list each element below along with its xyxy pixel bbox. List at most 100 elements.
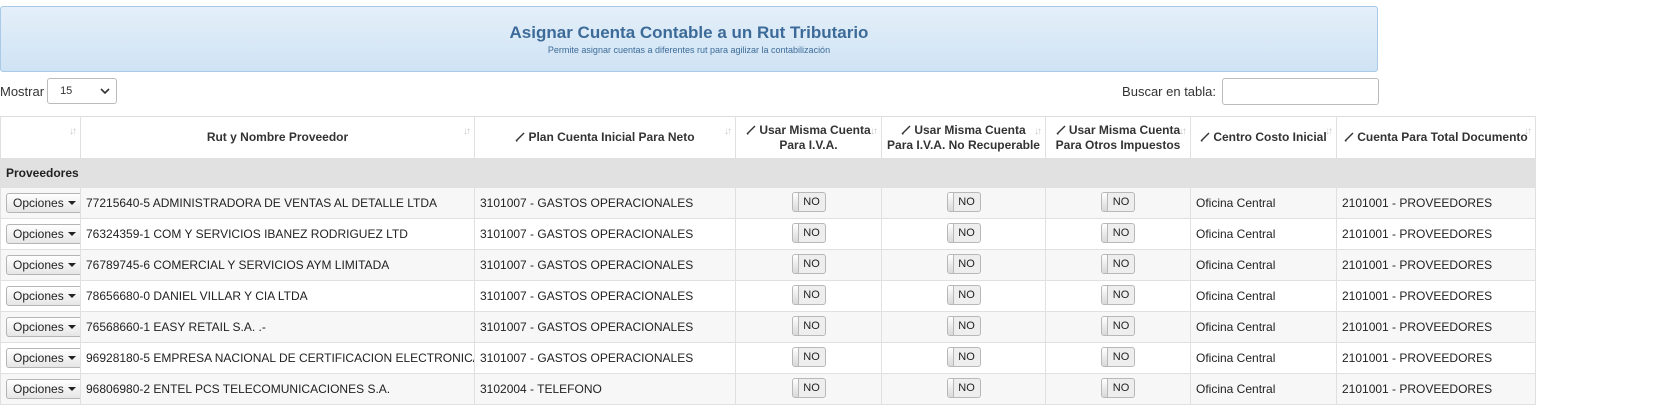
net-account-cell[interactable]: 3101007 - GASTOS OPERACIONALES xyxy=(474,342,736,374)
options-button-label: Opciones xyxy=(13,227,64,241)
net-account-cell[interactable]: 3101007 - GASTOS OPERACIONALES xyxy=(474,187,736,219)
same-account-iva-toggle[interactable]: NO xyxy=(791,254,826,274)
cost-center-cell[interactable]: Oficina Central xyxy=(1190,249,1337,281)
same-account-iva-non-recoverable-toggle[interactable]: NO xyxy=(946,316,981,336)
same-account-other-taxes-toggle[interactable]: NO xyxy=(1101,378,1135,398)
same-account-iva-non-recoverable-toggle[interactable]: NO xyxy=(946,254,981,274)
options-button[interactable]: Opciones xyxy=(6,255,80,275)
column-header-0[interactable]: ↓↑ xyxy=(0,116,81,159)
supplier-cell[interactable]: 96806980-2 ENTEL PCS TELECOMUNICACIONES … xyxy=(80,373,475,405)
net-account-cell[interactable]: 3101007 - GASTOS OPERACIONALES xyxy=(474,280,736,312)
cost-center-cell[interactable]: Oficina Central xyxy=(1190,342,1337,374)
column-header-label: Centro Costo Inicial xyxy=(1213,130,1327,144)
same-account-other-taxes-cell: NO xyxy=(1045,373,1191,405)
same-account-other-taxes-toggle[interactable]: NO xyxy=(1101,347,1135,367)
same-account-iva-cell: NO xyxy=(735,342,882,374)
toggle-label: NO xyxy=(1112,196,1130,208)
options-button[interactable]: Opciones xyxy=(6,224,80,244)
same-account-iva-non-recoverable-toggle[interactable]: NO xyxy=(946,285,981,305)
total-account-cell[interactable]: 2101001 - PROVEEDORES xyxy=(1336,218,1536,250)
page-length-select[interactable]: 15 xyxy=(47,78,118,104)
same-account-iva-toggle[interactable]: NO xyxy=(791,285,826,305)
toggle-label: NO xyxy=(958,351,975,363)
table-row: Opciones 77215640-5 ADMINISTRADORA DE VEN… xyxy=(0,187,1536,219)
options-cell: Opciones xyxy=(0,249,81,281)
total-account-cell[interactable]: 2101001 - PROVEEDORES xyxy=(1336,280,1536,312)
same-account-iva-non-recoverable-cell: NO xyxy=(881,187,1046,219)
toggle-label: NO xyxy=(958,258,975,270)
same-account-iva-toggle[interactable]: NO xyxy=(791,347,826,367)
net-account-cell[interactable]: 3102004 - TELEFONO xyxy=(474,373,736,405)
sort-icon: ↓↑ xyxy=(1325,126,1333,137)
same-account-other-taxes-toggle[interactable]: NO xyxy=(1101,316,1135,336)
total-account-cell[interactable]: 2101001 - PROVEEDORES xyxy=(1336,187,1536,219)
caret-down-icon xyxy=(67,356,76,360)
same-account-iva-non-recoverable-toggle[interactable]: NO xyxy=(946,192,981,212)
column-header-1[interactable]: Rut y Nombre Proveedor ↓↑ xyxy=(80,116,475,159)
options-button[interactable]: Opciones xyxy=(6,317,80,337)
edit-pencil-icon xyxy=(515,132,525,142)
supplier-cell[interactable]: 76324359-1 COM Y SERVICIOS IBANEZ RODRIG… xyxy=(80,218,475,250)
same-account-other-taxes-toggle[interactable]: NO xyxy=(1101,223,1135,243)
column-header-5[interactable]: Usar Misma Cuenta Para Otros Impuestos ↓↑ xyxy=(1045,116,1191,159)
page: Asignar Cuenta Contable a un Rut Tributa… xyxy=(0,0,1670,415)
net-account-cell[interactable]: 3101007 - GASTOS OPERACIONALES xyxy=(474,249,736,281)
same-account-other-taxes-toggle[interactable]: NO xyxy=(1101,192,1135,212)
toggle-label: NO xyxy=(803,320,820,332)
column-header-2[interactable]: Plan Cuenta Inicial Para Neto ↓↑ xyxy=(474,116,736,159)
edit-pencil-icon xyxy=(746,125,756,135)
same-account-iva-cell: NO xyxy=(735,311,882,343)
same-account-iva-toggle[interactable]: NO xyxy=(791,378,826,398)
table-row: Opciones 78656680-0 DANIEL VILLAR Y CIA L… xyxy=(0,280,1536,312)
toggle-label: NO xyxy=(803,351,820,363)
same-account-iva-toggle[interactable]: NO xyxy=(791,316,826,336)
same-account-other-taxes-cell: NO xyxy=(1045,249,1191,281)
same-account-iva-non-recoverable-toggle[interactable]: NO xyxy=(946,347,981,367)
same-account-other-taxes-toggle[interactable]: NO xyxy=(1101,254,1135,274)
same-account-iva-non-recoverable-toggle[interactable]: NO xyxy=(946,378,981,398)
table-row: Opciones 76568660-1 EASY RETAIL S.A. .- 31… xyxy=(0,311,1536,343)
search-input[interactable] xyxy=(1222,78,1379,105)
net-account-cell[interactable]: 3101007 - GASTOS OPERACIONALES xyxy=(474,311,736,343)
options-button-label: Opciones xyxy=(13,382,64,396)
options-button-label: Opciones xyxy=(13,289,64,303)
supplier-cell[interactable]: 78656680-0 DANIEL VILLAR Y CIA LTDA xyxy=(80,280,475,312)
cost-center-cell[interactable]: Oficina Central xyxy=(1190,187,1337,219)
options-button-label: Opciones xyxy=(13,258,64,272)
supplier-cell[interactable]: 76789745-6 COMERCIAL Y SERVICIOS AYM LIM… xyxy=(80,249,475,281)
cost-center-cell[interactable]: Oficina Central xyxy=(1190,218,1337,250)
cost-center-cell[interactable]: Oficina Central xyxy=(1190,311,1337,343)
total-account-cell[interactable]: 2101001 - PROVEEDORES xyxy=(1336,373,1536,405)
toggle-label: NO xyxy=(803,258,820,270)
options-button[interactable]: Opciones xyxy=(6,286,80,306)
column-header-4[interactable]: Usar Misma Cuenta Para I.V.A. No Recuper… xyxy=(881,116,1046,159)
options-button[interactable]: Opciones xyxy=(6,348,80,368)
toggle-label: NO xyxy=(1112,227,1130,239)
toggle-label: NO xyxy=(803,382,820,394)
cost-center-cell[interactable]: Oficina Central xyxy=(1190,280,1337,312)
column-header-6[interactable]: Centro Costo Inicial ↓↑ xyxy=(1190,116,1337,159)
column-header-3[interactable]: Usar Misma Cuenta Para I.V.A. ↓↑ xyxy=(735,116,882,159)
total-account-cell[interactable]: 2101001 - PROVEEDORES xyxy=(1336,342,1536,374)
options-button[interactable]: Opciones xyxy=(6,193,80,213)
options-button[interactable]: Opciones xyxy=(6,379,80,399)
net-account-cell[interactable]: 3101007 - GASTOS OPERACIONALES xyxy=(474,218,736,250)
same-account-iva-toggle[interactable]: NO xyxy=(791,223,826,243)
same-account-iva-toggle[interactable]: NO xyxy=(791,192,826,212)
sort-icon: ↓↑ xyxy=(69,126,77,137)
supplier-cell[interactable]: 96928180-5 EMPRESA NACIONAL DE CERTIFICA… xyxy=(80,342,475,374)
cost-center-cell[interactable]: Oficina Central xyxy=(1190,373,1337,405)
group-label: Proveedores xyxy=(0,158,1536,188)
total-account-cell[interactable]: 2101001 - PROVEEDORES xyxy=(1336,249,1536,281)
toggle-label: NO xyxy=(958,382,975,394)
same-account-other-taxes-toggle[interactable]: NO xyxy=(1101,285,1135,305)
supplier-cell[interactable]: 76568660-1 EASY RETAIL S.A. .- xyxy=(80,311,475,343)
column-header-7[interactable]: Cuenta Para Total Documento ↓↑ xyxy=(1336,116,1536,159)
same-account-other-taxes-cell: NO xyxy=(1045,187,1191,219)
toggle-label: NO xyxy=(1112,320,1130,332)
toggle-label: NO xyxy=(1112,382,1130,394)
total-account-cell[interactable]: 2101001 - PROVEEDORES xyxy=(1336,311,1536,343)
supplier-cell[interactable]: 77215640-5 ADMINISTRADORA DE VENTAS AL D… xyxy=(80,187,475,219)
options-cell: Opciones xyxy=(0,373,81,405)
same-account-iva-non-recoverable-toggle[interactable]: NO xyxy=(946,223,981,243)
